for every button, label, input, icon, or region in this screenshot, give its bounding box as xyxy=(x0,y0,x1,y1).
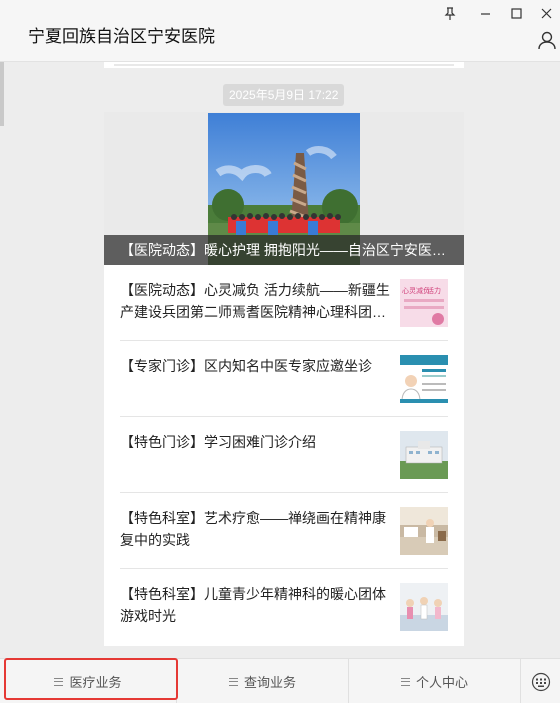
user-icon[interactable] xyxy=(537,30,557,50)
keyboard-icon xyxy=(531,672,550,691)
article-item[interactable]: 【医院动态】心灵减负 活力续航——新疆生产建设兵团第二师焉耆医院精神心理科团队来… xyxy=(120,265,448,341)
article-item[interactable]: 【专家门诊】区内知名中医专家应邀坐诊 xyxy=(120,341,448,417)
menu-query-services[interactable]: 查询业务 xyxy=(176,659,348,703)
article-title: 【特色科室】儿童青少年精神科的暖心团体游戏时光 xyxy=(120,586,386,624)
article-title: 【特色门诊】学习困难门诊介绍 xyxy=(120,434,316,450)
article-item[interactable]: 【特色科室】艺术疗愈——禅绕画在精神康复中的实践 xyxy=(120,493,448,569)
previous-card-edge xyxy=(104,62,464,68)
menu-personal-center[interactable]: 个人中心 xyxy=(348,659,520,703)
svg-text:活力: 活力 xyxy=(427,286,441,295)
minimize-icon[interactable] xyxy=(477,5,493,21)
kids-activity-thumb xyxy=(400,583,448,631)
pink-poster-thumb: 心灵减负 活力 xyxy=(400,279,448,327)
article-list: 【医院动态】心灵减负 活力续航——新疆生产建设兵团第二师焉耆医院精神心理科团队来… xyxy=(104,265,464,646)
window-titlebar: 宁夏回族自治区宁安医院 xyxy=(0,0,560,62)
doctor-profile-thumb xyxy=(400,355,448,403)
menu-icon xyxy=(54,677,64,686)
cover-caption: 【医院动态】暖心护理 拥抱阳光——自治区宁安医院开展活动 xyxy=(104,235,464,265)
cover-article[interactable]: 【医院动态】暖心护理 拥抱阳光——自治区宁安医院开展活动 xyxy=(104,112,464,265)
keyboard-toggle[interactable] xyxy=(520,659,560,703)
article-item[interactable]: 【特色门诊】学习困难门诊介绍 xyxy=(120,417,448,493)
article-title: 【专家门诊】区内知名中医专家应邀坐诊 xyxy=(120,358,372,374)
menu-medical-services[interactable]: 医疗业务 xyxy=(0,659,176,703)
maximize-icon[interactable] xyxy=(508,5,524,21)
menu-label: 查询业务 xyxy=(243,675,296,690)
close-icon[interactable] xyxy=(538,5,554,21)
article-item[interactable]: 【特色科室】儿童青少年精神科的暖心团体游戏时光 xyxy=(120,569,448,645)
ward-thumb xyxy=(400,507,448,555)
menu-icon xyxy=(228,677,238,686)
pin-icon[interactable] xyxy=(442,5,458,21)
menu-label: 医疗业务 xyxy=(69,675,122,690)
menu-label: 个人中心 xyxy=(415,675,468,690)
building-thumb xyxy=(400,431,448,479)
article-card: 【医院动态】暖心护理 拥抱阳光——自治区宁安医院开展活动 【医院动态】心灵减负 … xyxy=(104,112,464,646)
app-title: 宁夏回族自治区宁安医院 xyxy=(28,27,215,46)
article-title: 【医院动态】心灵减负 活力续航——新疆生产建设兵团第二师焉耆医院精神心理科团队来… xyxy=(120,282,390,320)
message-feed[interactable]: 2025年5月9日 17:22 【医院动态】暖心护理 拥抱阳光——自治区宁安医院… xyxy=(0,62,560,658)
bottom-menu-bar: 医疗业务 查询业务 个人中心 xyxy=(0,658,560,703)
article-title: 【特色科室】艺术疗愈——禅绕画在精神康复中的实践 xyxy=(120,510,386,548)
svg-text:心灵减负: 心灵减负 xyxy=(402,286,430,295)
menu-icon xyxy=(400,677,410,686)
message-timestamp: 2025年5月9日 17:22 xyxy=(223,84,345,106)
